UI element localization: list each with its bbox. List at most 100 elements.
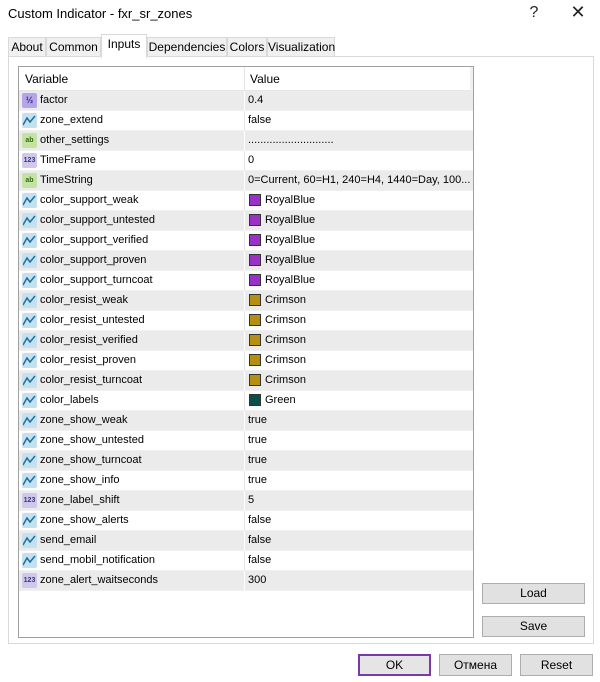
column-header-variable[interactable]: Variable (25, 72, 68, 86)
cell-divider (244, 271, 245, 291)
value-cell[interactable]: 5 (248, 494, 470, 506)
tab-colors[interactable]: Colors (227, 37, 267, 57)
title-bar: Custom Indicator - fxr_sr_zones ? ✕ (0, 0, 600, 30)
table-row[interactable]: color_support_turncoat RoyalBlue (19, 271, 473, 291)
table-row[interactable]: send_mobil_notification false (19, 551, 473, 571)
scrollbar[interactable] (470, 67, 473, 91)
cell-divider (244, 111, 245, 131)
value-cell[interactable]: 0 (248, 154, 470, 166)
value-cell[interactable]: 300 (248, 574, 470, 586)
table-row[interactable]: zone_extend false (19, 111, 473, 131)
value-cell[interactable]: Crimson (265, 314, 465, 326)
variable-name: color_support_untested (40, 214, 155, 226)
color-swatch[interactable] (249, 214, 261, 226)
bool-icon (22, 533, 37, 548)
table-row[interactable]: color_support_proven RoyalBlue (19, 251, 473, 271)
value-cell[interactable]: Crimson (265, 354, 465, 366)
table-row[interactable]: zone_show_turncoat true (19, 451, 473, 471)
value-cell[interactable]: 0.4 (248, 94, 470, 106)
load-button[interactable]: Load (482, 583, 585, 604)
color-swatch[interactable] (249, 394, 261, 406)
table-row[interactable]: color_resist_untested Crimson (19, 311, 473, 331)
value-cell[interactable]: false (248, 114, 470, 126)
cancel-button[interactable]: Отмена (439, 654, 512, 676)
table-row[interactable]: ab TimeString 0=Current, 60=H1, 240=H4, 14… (19, 171, 473, 191)
value-cell[interactable]: true (248, 454, 470, 466)
table-row[interactable]: color_support_weak RoyalBlue (19, 191, 473, 211)
color-swatch[interactable] (249, 314, 261, 326)
tab-dependencies[interactable]: Dependencies (147, 37, 227, 57)
table-row[interactable]: zone_show_info true (19, 471, 473, 491)
column-header-value[interactable]: Value (250, 72, 280, 86)
value-cell[interactable]: RoyalBlue (265, 234, 465, 246)
value-cell[interactable]: RoyalBlue (265, 214, 465, 226)
value-cell[interactable]: Crimson (265, 334, 465, 346)
save-button[interactable]: Save (482, 616, 585, 637)
help-icon[interactable]: ? (527, 4, 541, 22)
value-cell[interactable]: false (248, 534, 470, 546)
value-cell[interactable]: true (248, 434, 470, 446)
variable-name: color_labels (40, 394, 99, 406)
color-icon (22, 213, 37, 228)
value-cell[interactable]: true (248, 474, 470, 486)
table-row[interactable]: color_support_untested RoyalBlue (19, 211, 473, 231)
color-swatch[interactable] (249, 274, 261, 286)
value-cell[interactable]: Crimson (265, 374, 465, 386)
table-row[interactable]: 123 zone_alert_waitseconds 300 (19, 571, 473, 591)
cell-divider (244, 371, 245, 391)
reset-button[interactable]: Reset (520, 654, 593, 676)
table-row[interactable]: color_labels Green (19, 391, 473, 411)
table-row[interactable]: color_resist_verified Crimson (19, 331, 473, 351)
table-row[interactable]: color_resist_proven Crimson (19, 351, 473, 371)
table-row[interactable]: zone_show_weak true (19, 411, 473, 431)
value-cell[interactable]: RoyalBlue (265, 274, 465, 286)
close-icon[interactable]: ✕ (568, 2, 588, 23)
table-row[interactable]: ab other_settings........................… (19, 131, 473, 151)
string-icon: ab (22, 133, 37, 148)
table-row[interactable]: 123 TimeFrame 0 (19, 151, 473, 171)
table-row[interactable]: zone_show_untested true (19, 431, 473, 451)
value-cell[interactable]: RoyalBlue (265, 194, 465, 206)
value-cell[interactable]: Green (265, 394, 465, 406)
variable-name: send_mobil_notification (40, 554, 155, 566)
variable-name: zone_label_shift (40, 494, 120, 506)
value-cell[interactable]: true (248, 414, 470, 426)
tab-common[interactable]: Common (46, 37, 101, 57)
variable-name: zone_extend (40, 114, 103, 126)
tab-about[interactable]: About (8, 37, 46, 57)
color-swatch[interactable] (249, 234, 261, 246)
inputs-table[interactable]: Variable Value ½ factor 0.4 zone_extend fals… (18, 66, 474, 638)
color-swatch[interactable] (249, 374, 261, 386)
value-cell[interactable]: ............................ (248, 134, 470, 146)
value-cell[interactable]: false (248, 554, 470, 566)
tab-visualization[interactable]: Visualization (267, 37, 335, 57)
cell-divider (244, 551, 245, 571)
cell-divider (244, 231, 245, 251)
column-divider[interactable] (244, 67, 245, 91)
bool-icon (22, 113, 37, 128)
cell-divider (244, 451, 245, 471)
int-icon: 123 (22, 573, 37, 588)
value-cell[interactable]: Crimson (265, 294, 465, 306)
value-cell[interactable]: RoyalBlue (265, 254, 465, 266)
table-row[interactable]: zone_show_alerts false (19, 511, 473, 531)
table-row[interactable]: color_resist_weak Crimson (19, 291, 473, 311)
variable-name: other_settings (40, 134, 110, 146)
table-row[interactable]: 123 zone_label_shift 5 (19, 491, 473, 511)
color-swatch[interactable] (249, 254, 261, 266)
value-cell[interactable]: 0=Current, 60=H1, 240=H4, 1440=Day, 100.… (248, 174, 470, 186)
color-swatch[interactable] (249, 354, 261, 366)
table-row[interactable]: send_email false (19, 531, 473, 551)
ok-button[interactable]: OK (358, 654, 431, 676)
tab-inputs[interactable]: Inputs (101, 34, 147, 58)
double-icon: ½ (22, 93, 37, 108)
color-swatch[interactable] (249, 194, 261, 206)
color-swatch[interactable] (249, 334, 261, 346)
int-icon: 123 (22, 493, 37, 508)
cell-divider (244, 531, 245, 551)
table-row[interactable]: color_resist_turncoat Crimson (19, 371, 473, 391)
value-cell[interactable]: false (248, 514, 470, 526)
table-row[interactable]: color_support_verified RoyalBlue (19, 231, 473, 251)
color-swatch[interactable] (249, 294, 261, 306)
table-row[interactable]: ½ factor 0.4 (19, 91, 473, 111)
